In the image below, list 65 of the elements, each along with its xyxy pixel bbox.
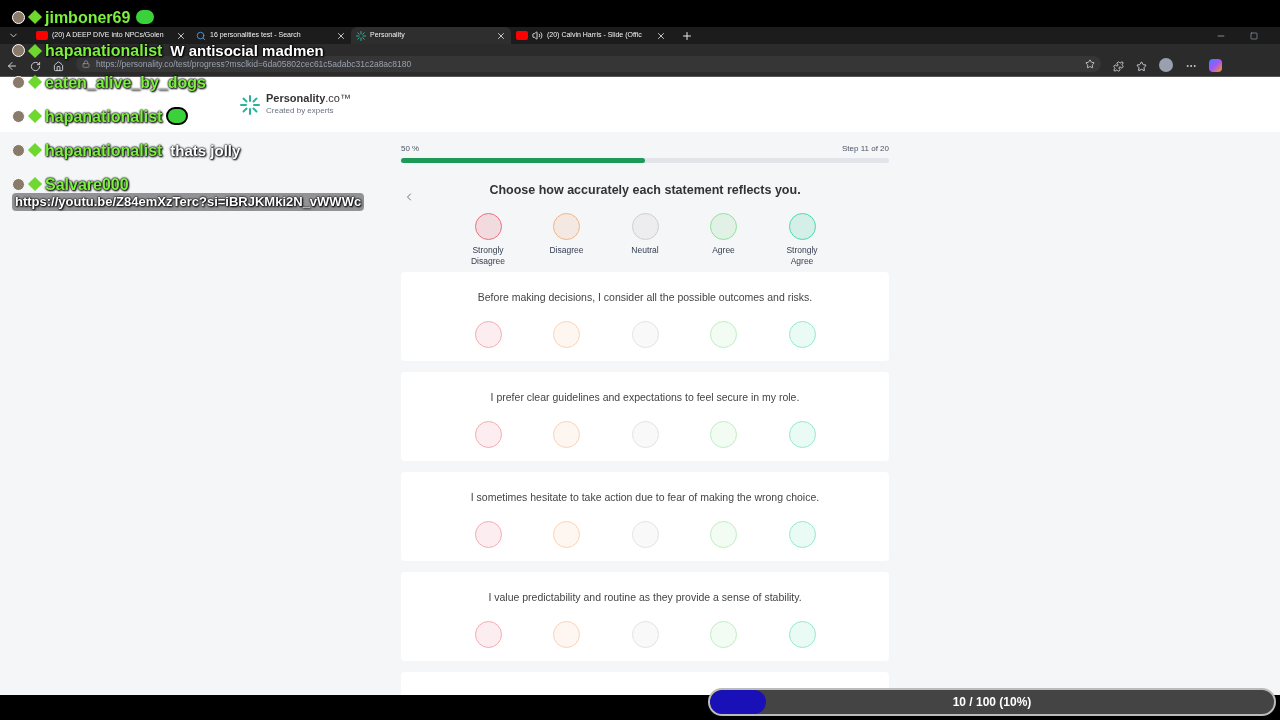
speaker-icon: [532, 30, 543, 41]
statement-text: I sometimes hesitate to take action due to fear of making the wrong choice.: [470, 490, 820, 505]
close-icon[interactable]: [656, 30, 666, 41]
logo-tagline: Created by experts: [266, 105, 335, 118]
scale-label: Strongly Disagree: [470, 245, 506, 267]
answer-radio[interactable]: [553, 520, 580, 548]
answer-radio[interactable]: [474, 420, 502, 448]
extensions-icon[interactable]: [1113, 61, 1124, 72]
url-text: https://personality.co/test/progress?msclkid=6da05802cec61c5adabc31c2a8ac8180: [96, 58, 413, 71]
answer-radio[interactable]: [710, 620, 737, 648]
answer-radio[interactable]: [788, 420, 816, 448]
answer-radio[interactable]: [631, 520, 659, 548]
answer-radio[interactable]: [710, 420, 737, 448]
answer-radio[interactable]: [788, 320, 816, 348]
scale-label: Disagree: [548, 245, 585, 256]
goal-label: 10 / 100 (10%): [951, 694, 1033, 711]
burst-icon: [356, 30, 366, 41]
chat-message: https://youtu.be/Z84emXzTerc?si=iBRJKMki2N_vWWWc: [12, 193, 365, 211]
statement-text: Before making decisions, I consider all the possible outcomes and risks.: [477, 290, 813, 305]
profile-icon[interactable]: [1159, 58, 1173, 72]
answer-radio[interactable]: [788, 620, 816, 648]
answer-radio[interactable]: [474, 620, 502, 648]
logo-text: Personality.co™: [266, 91, 351, 106]
video-icon: [516, 31, 528, 40]
statement-text: I value predictability and routine as they provide a sense of stability.: [488, 590, 802, 605]
answer-radio[interactable]: [553, 420, 580, 448]
chat-username: jimboner69: [45, 10, 131, 24]
back-icon[interactable]: [6, 60, 18, 72]
refresh-icon[interactable]: [30, 61, 41, 72]
progress-step: Step 11 of 20: [842, 143, 889, 155]
scale-label: Neutral: [630, 245, 660, 256]
favorite-icon[interactable]: [1085, 59, 1095, 69]
close-icon[interactable]: [176, 30, 186, 41]
chat-username: eaten_alive_by_dogs: [45, 75, 206, 89]
video-icon: [36, 31, 48, 40]
progress-percent: 50 %: [401, 143, 420, 155]
logo-icon: [240, 94, 260, 115]
question-prompt: Choose how accurately each statement reflects you.: [488, 181, 802, 199]
answer-radio[interactable]: [710, 320, 737, 348]
search-icon: [196, 30, 206, 41]
chat-message: W antisocial madmen: [170, 44, 324, 57]
answer-radio[interactable]: [788, 520, 816, 548]
scale-label: Strongly Agree: [785, 245, 819, 267]
address-field[interactable]: https://personality.co/test/progress?msclkid=6da05802cec61c5adabc31c2a8ac8180: [76, 56, 1101, 72]
close-icon[interactable]: [496, 30, 506, 41]
lock-icon: [82, 60, 90, 68]
close-icon[interactable]: [336, 30, 346, 41]
answer-radio[interactable]: [474, 320, 502, 348]
chat-username: hapanationalist: [45, 109, 163, 123]
restore-icon[interactable]: [1250, 31, 1258, 40]
home-icon[interactable]: [53, 61, 64, 72]
answer-radio[interactable]: [631, 320, 659, 348]
new-tab-icon[interactable]: [681, 29, 693, 42]
answer-radio[interactable]: [553, 620, 580, 648]
answer-radio[interactable]: [631, 420, 659, 448]
chat-username: Salvare000: [45, 177, 129, 191]
favorites-icon[interactable]: [1136, 61, 1147, 72]
answer-radio[interactable]: [631, 620, 659, 648]
copilot-icon[interactable]: [1209, 59, 1222, 72]
answer-radio[interactable]: [474, 520, 502, 548]
chat-username: hapanationalist: [45, 143, 163, 157]
answer-radio[interactable]: [553, 320, 580, 348]
scale-label: Agree: [711, 245, 736, 256]
statement-text: I prefer clear guidelines and expectations to feel secure in my role.: [490, 390, 800, 405]
answer-radio[interactable]: [710, 520, 737, 548]
